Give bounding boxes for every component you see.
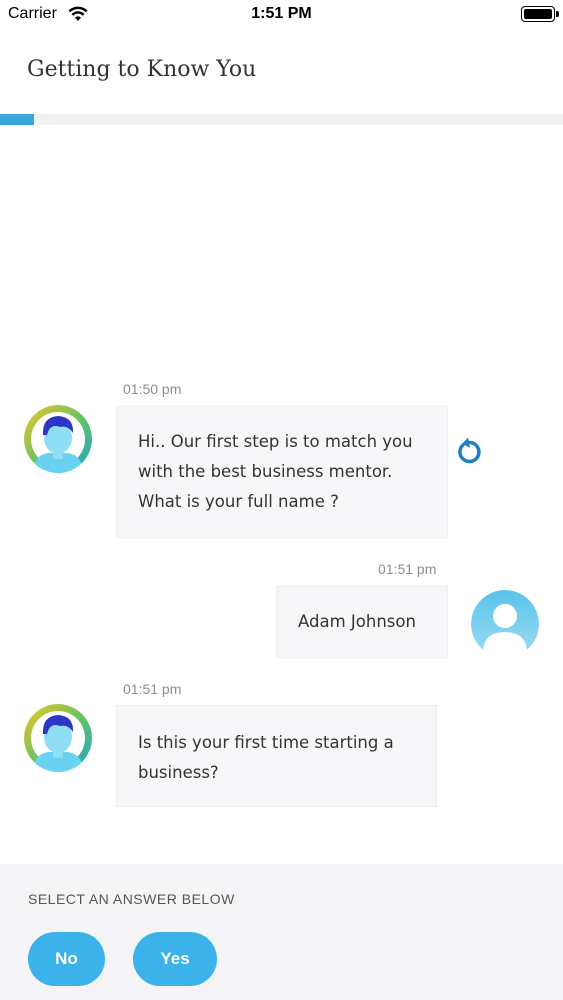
bot-message-bubble: Is this your first time starting a busin… [116, 705, 437, 807]
message-line: Hi.. Our first step is to match you [138, 432, 413, 451]
answer-prompt: SELECT AN ANSWER BELOW [28, 891, 235, 907]
message-line: Is this your first time starting a [138, 733, 394, 752]
user-message-bubble: Adam Johnson [276, 586, 448, 658]
page-title: Getting to Know You [27, 57, 257, 82]
message-line: business? [138, 763, 219, 782]
mentor-avatar [24, 704, 92, 772]
answer-yes-button[interactable]: Yes [133, 932, 217, 986]
status-bar: Carrier 1:51 PM [0, 0, 563, 30]
progress-bar-fill [0, 114, 34, 125]
user-avatar [471, 590, 539, 658]
mentor-avatar [24, 405, 92, 473]
message-timestamp: 01:51 pm [378, 561, 437, 577]
progress-bar [0, 114, 563, 125]
bot-message-bubble: Hi.. Our first step is to match you with… [116, 406, 448, 538]
retry-icon[interactable] [454, 437, 484, 467]
answer-panel: SELECT AN ANSWER BELOW No Yes [0, 864, 563, 1000]
status-time: 1:51 PM [251, 5, 312, 22]
message-timestamp: 01:51 pm [123, 681, 182, 697]
message-line: Adam Johnson [298, 612, 416, 631]
message-timestamp: 01:50 pm [123, 381, 182, 397]
message-line: What is your full name ? [138, 492, 339, 511]
battery-icon [521, 6, 559, 22]
message-line: with the best business mentor. [138, 462, 393, 481]
answer-no-button[interactable]: No [28, 932, 105, 986]
